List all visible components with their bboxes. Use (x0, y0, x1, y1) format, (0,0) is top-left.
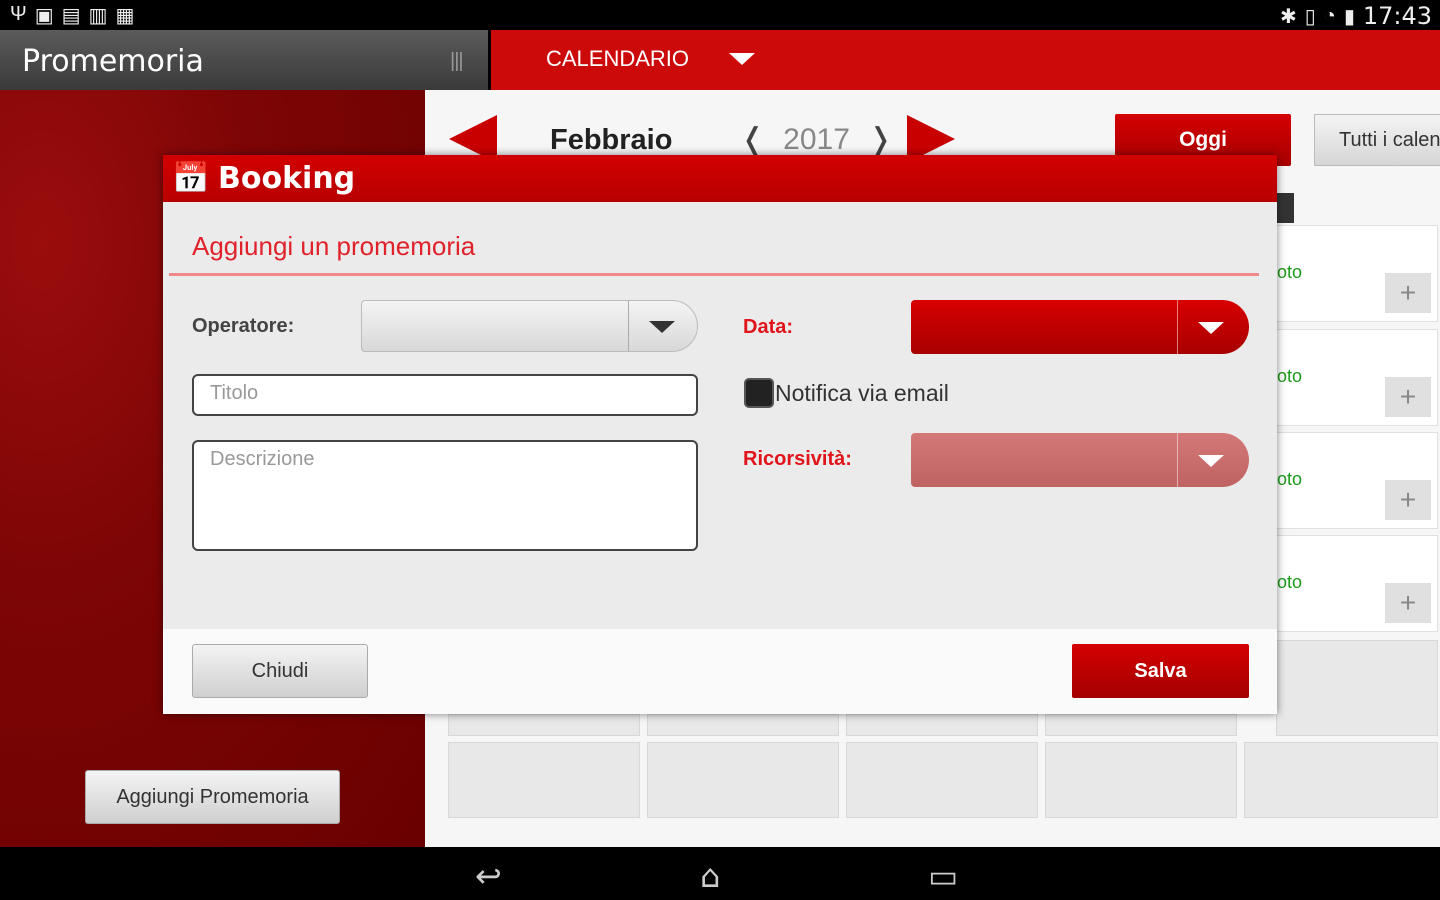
recent-apps-icon[interactable]: ▭ (928, 857, 958, 895)
briefcase-icon: ▦ (115, 5, 135, 27)
calendar-edit-icon: 📅 (172, 162, 210, 195)
recurrence-select[interactable] (911, 433, 1249, 487)
usb-icon: Ψ (10, 3, 27, 25)
calendar-slot[interactable]: oto + (1276, 225, 1438, 322)
chevron-down-icon (1198, 322, 1224, 334)
dialog-footer: Chiudi Salva (163, 629, 1277, 714)
next-year-icon[interactable]: ❭ (868, 122, 893, 157)
email-notify-checkbox[interactable] (744, 378, 774, 408)
slot-label: oto (1277, 469, 1303, 489)
date-label: Data: (743, 316, 794, 338)
app-bar: Promemoria ||| (0, 30, 488, 90)
status-system-icons: ✱ ▯ ◔ ▮ 17:43 (1280, 2, 1432, 30)
all-calendars-button[interactable]: Tutti i calendari (1314, 114, 1440, 166)
calendar-cell[interactable] (448, 742, 640, 818)
select-divider (628, 301, 629, 351)
slot-label: oto (1277, 262, 1303, 282)
add-slot-plus-icon[interactable]: + (1385, 583, 1431, 623)
calendar-cell[interactable] (1045, 714, 1237, 736)
prev-year-icon[interactable]: ❬ (740, 122, 765, 157)
bluetooth-icon: ✱ (1279, 5, 1297, 28)
calendar-cell[interactable] (647, 742, 839, 818)
year-label: 2017 (783, 122, 850, 156)
dialog-title: Booking (218, 161, 356, 196)
wifi-icon: ◔ (1323, 4, 1336, 27)
add-reminder-button[interactable]: Aggiungi Promemoria (85, 770, 340, 824)
operator-label: Operatore: (192, 315, 295, 337)
date-select[interactable] (911, 300, 1249, 354)
status-notification-icons: Ψ ▣ ▤ ▥ ▦ (10, 3, 134, 28)
calendar-cell[interactable] (448, 714, 640, 736)
month-label: Febbraio (550, 124, 673, 156)
upload-icon: ▥ (88, 5, 108, 27)
title-input[interactable]: Titolo (192, 374, 698, 416)
calendar-bar: CALENDARIO (491, 30, 1440, 90)
calendar-column-header (1276, 193, 1294, 223)
add-slot-plus-icon[interactable]: + (1385, 273, 1431, 313)
image-icon: ▣ (34, 5, 54, 27)
add-slot-plus-icon[interactable]: + (1385, 377, 1431, 417)
calendar-cell[interactable] (1276, 640, 1438, 736)
description-textarea[interactable]: Descrizione (192, 440, 698, 551)
calendar-slot[interactable]: oto + (1276, 432, 1438, 529)
year-selector: ❬ 2017 ❭ (740, 122, 893, 157)
calendar-view-label: CALENDARIO (546, 46, 690, 71)
calendar-cell[interactable] (846, 714, 1038, 736)
calendar-cell[interactable] (846, 742, 1038, 818)
status-bar: Ψ ▣ ▤ ▥ ▦ ✱ ▯ ◔ ▮ 17:43 (0, 0, 1440, 30)
title-placeholder: Titolo (210, 382, 259, 404)
document-icon: ▤ (61, 5, 81, 27)
close-button[interactable]: Chiudi (192, 644, 368, 698)
recurrence-label: Ricorsività: (743, 448, 852, 470)
chevron-down-icon (1198, 455, 1224, 467)
section-title: Aggiungi un promemoria (192, 231, 476, 261)
operator-select[interactable] (361, 300, 698, 352)
section-divider (169, 273, 1259, 276)
add-slot-plus-icon[interactable]: + (1385, 480, 1431, 520)
slot-label: oto (1277, 572, 1303, 592)
calendar-cell[interactable] (1045, 742, 1237, 818)
home-icon[interactable]: ⌂ (700, 857, 720, 895)
slot-label: oto (1277, 366, 1303, 386)
calendar-cell[interactable] (1244, 742, 1438, 818)
calendar-slot[interactable]: oto + (1276, 329, 1438, 426)
battery-icon: ▮ (1343, 5, 1355, 28)
calendar-cell[interactable] (647, 714, 839, 736)
system-nav-bar: ↩ ⌂ ▭ (0, 847, 1440, 900)
calendar-view-dropdown[interactable]: CALENDARIO (546, 46, 756, 72)
drawer-handle-icon[interactable]: ||| (450, 50, 464, 73)
booking-dialog: 📅 Booking Aggiungi un promemoria Operato… (163, 155, 1277, 714)
email-notify-label[interactable]: Notifica via email (775, 380, 949, 407)
description-placeholder: Descrizione (210, 448, 315, 470)
vibrate-icon: ▯ (1304, 5, 1316, 28)
calendar-slot[interactable]: oto + (1276, 535, 1438, 632)
dialog-header: 📅 Booking (163, 155, 1277, 202)
back-icon[interactable]: ↩ (475, 857, 502, 895)
status-time: 17:43 (1362, 2, 1432, 30)
chevron-down-icon (729, 53, 756, 65)
chevron-down-icon (649, 321, 675, 333)
save-button[interactable]: Salva (1072, 644, 1249, 698)
select-divider (1177, 300, 1178, 354)
select-divider (1177, 433, 1178, 487)
app-title: Promemoria (22, 44, 204, 79)
